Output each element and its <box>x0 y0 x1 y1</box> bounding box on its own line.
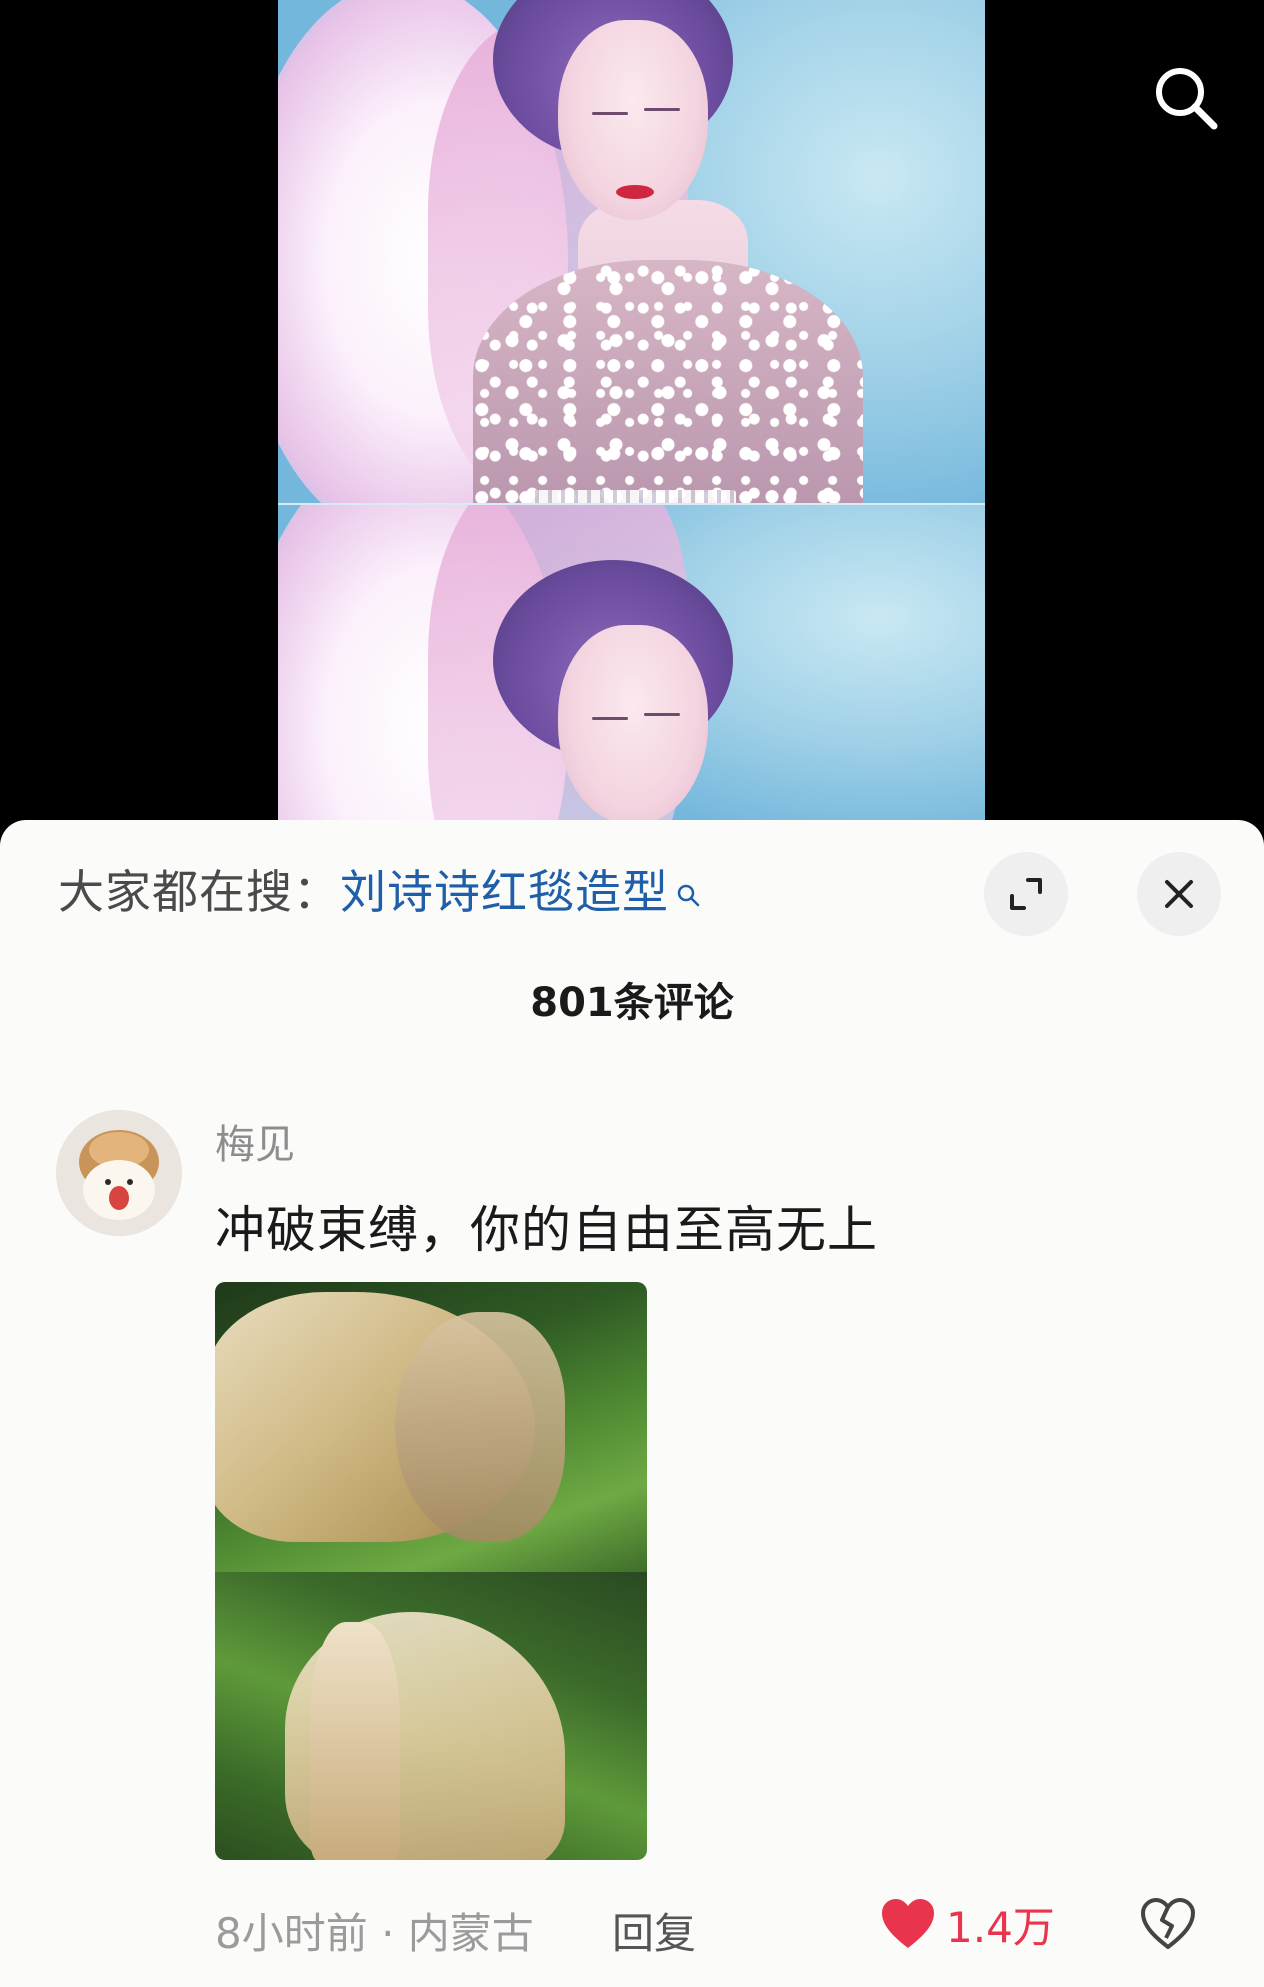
hot-search-prefix: 大家都在搜： <box>58 865 340 919</box>
app-root: 大家都在搜： 刘诗诗红毯造型 801条评论 梅见 冲破束缚，你的自由至高无上 8… <box>0 0 1264 1987</box>
like-button[interactable]: 1.4万 <box>880 1892 1055 1956</box>
comment-sheet: 大家都在搜： 刘诗诗红毯造型 801条评论 梅见 冲破束缚，你的自由至高无上 8… <box>0 820 1264 1987</box>
comment-username[interactable]: 梅见 <box>215 1112 295 1170</box>
hot-search-bar: 大家都在搜： 刘诗诗红毯造型 <box>58 858 701 920</box>
broken-heart-icon <box>1141 1898 1195 1949</box>
close-button[interactable] <box>1137 852 1221 936</box>
search-icon[interactable] <box>1150 62 1220 132</box>
comment-text: 冲破束缚，你的自由至高无上 <box>215 1201 878 1259</box>
comment-time-location: 8小时前 · 内蒙古 <box>215 1909 534 1958</box>
video-player[interactable] <box>0 0 1264 830</box>
close-icon <box>1165 880 1193 908</box>
reply-button[interactable]: 回复 <box>612 1900 696 1961</box>
search-small-icon[interactable] <box>675 865 701 907</box>
dislike-button[interactable] <box>1140 1898 1196 1950</box>
expand-icon <box>1010 878 1042 910</box>
hot-search-term[interactable]: 刘诗诗红毯造型 <box>340 856 669 922</box>
expand-button[interactable] <box>984 852 1068 936</box>
comment-count: 801条评论 <box>530 980 734 1026</box>
avatar[interactable] <box>56 1110 182 1236</box>
video-frame-top <box>278 0 985 505</box>
comment-item: 梅见 冲破束缚，你的自由至高无上 8小时前 · 内蒙古 回复 1.4万 <box>0 1100 1264 1960</box>
video-frame-bottom <box>278 505 985 830</box>
heart-icon <box>882 1899 934 1948</box>
comment-image[interactable] <box>215 1282 647 1860</box>
like-count: 1.4万 <box>946 1902 1055 1952</box>
